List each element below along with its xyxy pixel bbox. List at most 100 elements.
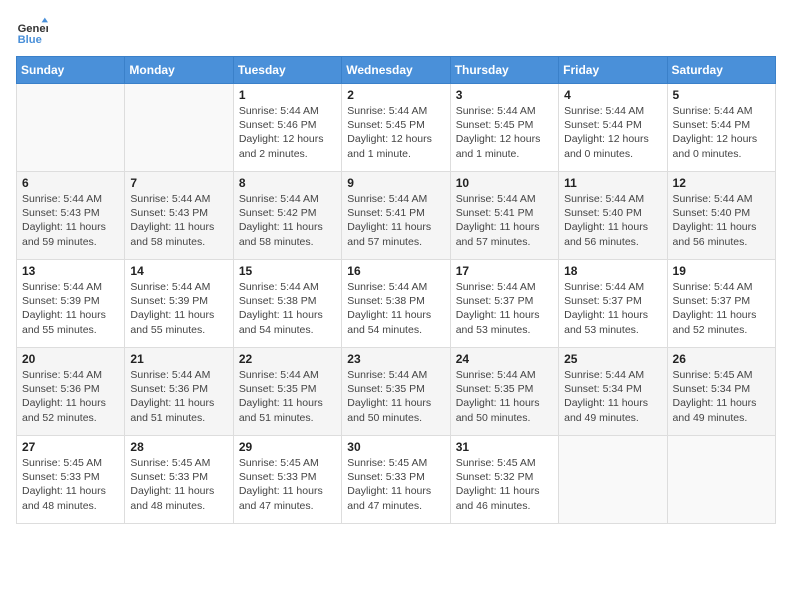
- day-info: Sunrise: 5:44 AM Sunset: 5:36 PM Dayligh…: [130, 368, 227, 425]
- day-number: 23: [347, 352, 444, 366]
- calendar-cell: [17, 84, 125, 172]
- calendar-cell: 21Sunrise: 5:44 AM Sunset: 5:36 PM Dayli…: [125, 348, 233, 436]
- day-number: 15: [239, 264, 336, 278]
- logo-icon: General Blue: [16, 16, 48, 48]
- day-number: 6: [22, 176, 119, 190]
- day-info: Sunrise: 5:45 AM Sunset: 5:32 PM Dayligh…: [456, 456, 553, 513]
- day-info: Sunrise: 5:44 AM Sunset: 5:35 PM Dayligh…: [239, 368, 336, 425]
- day-number: 7: [130, 176, 227, 190]
- day-number: 27: [22, 440, 119, 454]
- calendar-cell: [125, 84, 233, 172]
- weekday-header-saturday: Saturday: [667, 57, 775, 84]
- day-number: 13: [22, 264, 119, 278]
- calendar-cell: 22 Sunrise: 5:44 AM Sunset: 5:35 PM Dayli…: [233, 348, 341, 436]
- calendar-cell: 11Sunrise: 5:44 AM Sunset: 5:40 PM Dayli…: [559, 172, 667, 260]
- calendar-cell: 5 Sunrise: 5:44 AM Sunset: 5:44 PM Daylig…: [667, 84, 775, 172]
- day-number: 19: [673, 264, 770, 278]
- day-info: Sunrise: 5:44 AM Sunset: 5:40 PM Dayligh…: [673, 192, 770, 249]
- day-info: Sunrise: 5:44 AM Sunset: 5:37 PM Dayligh…: [456, 280, 553, 337]
- day-info: Sunrise: 5:44 AM Sunset: 5:45 PM Dayligh…: [347, 104, 444, 161]
- weekday-header-thursday: Thursday: [450, 57, 558, 84]
- calendar-cell: 25 Sunrise: 5:44 AM Sunset: 5:34 PM Dayli…: [559, 348, 667, 436]
- calendar-week-3: 13 Sunrise: 5:44 AM Sunset: 5:39 PM Dayli…: [17, 260, 776, 348]
- day-number: 18: [564, 264, 661, 278]
- calendar-week-2: 6 Sunrise: 5:44 AM Sunset: 5:43 PM Daylig…: [17, 172, 776, 260]
- day-number: 26: [673, 352, 770, 366]
- day-number: 17: [456, 264, 553, 278]
- day-info: Sunrise: 5:44 AM Sunset: 5:45 PM Dayligh…: [456, 104, 553, 161]
- calendar-cell: 28 Sunrise: 5:45 AM Sunset: 5:33 PM Dayli…: [125, 436, 233, 524]
- calendar-cell: 29 Sunrise: 5:45 AM Sunset: 5:33 PM Dayli…: [233, 436, 341, 524]
- calendar-cell: 26Sunrise: 5:45 AM Sunset: 5:34 PM Dayli…: [667, 348, 775, 436]
- day-number: 11: [564, 176, 661, 190]
- page-header: General Blue: [16, 16, 776, 48]
- calendar-cell: 1 Sunrise: 5:44 AM Sunset: 5:46 PM Daylig…: [233, 84, 341, 172]
- day-number: 10: [456, 176, 553, 190]
- day-info: Sunrise: 5:44 AM Sunset: 5:35 PM Dayligh…: [456, 368, 553, 425]
- calendar-week-1: 1 Sunrise: 5:44 AM Sunset: 5:46 PM Daylig…: [17, 84, 776, 172]
- day-number: 22: [239, 352, 336, 366]
- calendar-cell: 19Sunrise: 5:44 AM Sunset: 5:37 PM Dayli…: [667, 260, 775, 348]
- day-number: 1: [239, 88, 336, 102]
- calendar-cell: 20 Sunrise: 5:44 AM Sunset: 5:36 PM Dayli…: [17, 348, 125, 436]
- calendar-cell: 31 Sunrise: 5:45 AM Sunset: 5:32 PM Dayli…: [450, 436, 558, 524]
- calendar-cell: [667, 436, 775, 524]
- day-info: Sunrise: 5:44 AM Sunset: 5:38 PM Dayligh…: [239, 280, 336, 337]
- calendar-cell: 2Sunrise: 5:44 AM Sunset: 5:45 PM Daylig…: [342, 84, 450, 172]
- day-number: 16: [347, 264, 444, 278]
- weekday-header-tuesday: Tuesday: [233, 57, 341, 84]
- calendar-cell: 8 Sunrise: 5:44 AM Sunset: 5:42 PM Daylig…: [233, 172, 341, 260]
- calendar-cell: 18 Sunrise: 5:44 AM Sunset: 5:37 PM Dayli…: [559, 260, 667, 348]
- day-info: Sunrise: 5:45 AM Sunset: 5:33 PM Dayligh…: [347, 456, 444, 513]
- day-info: Sunrise: 5:44 AM Sunset: 5:38 PM Dayligh…: [347, 280, 444, 337]
- calendar-cell: 6 Sunrise: 5:44 AM Sunset: 5:43 PM Daylig…: [17, 172, 125, 260]
- svg-text:General: General: [18, 23, 48, 35]
- logo: General Blue: [16, 16, 48, 48]
- calendar-cell: 9 Sunrise: 5:44 AM Sunset: 5:41 PM Daylig…: [342, 172, 450, 260]
- calendar-cell: 27 Sunrise: 5:45 AM Sunset: 5:33 PM Dayli…: [17, 436, 125, 524]
- day-info: Sunrise: 5:45 AM Sunset: 5:33 PM Dayligh…: [239, 456, 336, 513]
- day-info: Sunrise: 5:44 AM Sunset: 5:44 PM Dayligh…: [564, 104, 661, 161]
- calendar-week-4: 20 Sunrise: 5:44 AM Sunset: 5:36 PM Dayli…: [17, 348, 776, 436]
- calendar-cell: 24 Sunrise: 5:44 AM Sunset: 5:35 PM Dayli…: [450, 348, 558, 436]
- calendar-cell: 7 Sunrise: 5:44 AM Sunset: 5:43 PM Daylig…: [125, 172, 233, 260]
- day-info: Sunrise: 5:44 AM Sunset: 5:44 PM Dayligh…: [673, 104, 770, 161]
- day-number: 20: [22, 352, 119, 366]
- day-info: Sunrise: 5:44 AM Sunset: 5:35 PM Dayligh…: [347, 368, 444, 425]
- day-number: 14: [130, 264, 227, 278]
- day-number: 29: [239, 440, 336, 454]
- day-info: Sunrise: 5:44 AM Sunset: 5:43 PM Dayligh…: [130, 192, 227, 249]
- day-number: 30: [347, 440, 444, 454]
- calendar-cell: 4Sunrise: 5:44 AM Sunset: 5:44 PM Daylig…: [559, 84, 667, 172]
- day-info: Sunrise: 5:44 AM Sunset: 5:34 PM Dayligh…: [564, 368, 661, 425]
- svg-text:Blue: Blue: [18, 34, 42, 46]
- day-info: Sunrise: 5:45 AM Sunset: 5:33 PM Dayligh…: [130, 456, 227, 513]
- day-info: Sunrise: 5:44 AM Sunset: 5:42 PM Dayligh…: [239, 192, 336, 249]
- calendar-table: SundayMondayTuesdayWednesdayThursdayFrid…: [16, 56, 776, 524]
- day-info: Sunrise: 5:44 AM Sunset: 5:39 PM Dayligh…: [130, 280, 227, 337]
- calendar-cell: [559, 436, 667, 524]
- day-info: Sunrise: 5:44 AM Sunset: 5:36 PM Dayligh…: [22, 368, 119, 425]
- weekday-header-row: SundayMondayTuesdayWednesdayThursdayFrid…: [17, 57, 776, 84]
- day-number: 3: [456, 88, 553, 102]
- day-info: Sunrise: 5:45 AM Sunset: 5:33 PM Dayligh…: [22, 456, 119, 513]
- calendar-cell: 30 Sunrise: 5:45 AM Sunset: 5:33 PM Dayli…: [342, 436, 450, 524]
- calendar-week-5: 27 Sunrise: 5:45 AM Sunset: 5:33 PM Dayli…: [17, 436, 776, 524]
- day-number: 12: [673, 176, 770, 190]
- calendar-cell: 16 Sunrise: 5:44 AM Sunset: 5:38 PM Dayli…: [342, 260, 450, 348]
- day-number: 24: [456, 352, 553, 366]
- calendar-cell: 3 Sunrise: 5:44 AM Sunset: 5:45 PM Daylig…: [450, 84, 558, 172]
- calendar-cell: 12 Sunrise: 5:44 AM Sunset: 5:40 PM Dayli…: [667, 172, 775, 260]
- day-info: Sunrise: 5:44 AM Sunset: 5:37 PM Dayligh…: [564, 280, 661, 337]
- day-number: 25: [564, 352, 661, 366]
- day-info: Sunrise: 5:44 AM Sunset: 5:43 PM Dayligh…: [22, 192, 119, 249]
- day-number: 9: [347, 176, 444, 190]
- day-info: Sunrise: 5:44 AM Sunset: 5:41 PM Dayligh…: [347, 192, 444, 249]
- day-number: 5: [673, 88, 770, 102]
- weekday-header-wednesday: Wednesday: [342, 57, 450, 84]
- day-number: 28: [130, 440, 227, 454]
- weekday-header-friday: Friday: [559, 57, 667, 84]
- day-info: Sunrise: 5:44 AM Sunset: 5:46 PM Dayligh…: [239, 104, 336, 161]
- day-number: 31: [456, 440, 553, 454]
- day-number: 8: [239, 176, 336, 190]
